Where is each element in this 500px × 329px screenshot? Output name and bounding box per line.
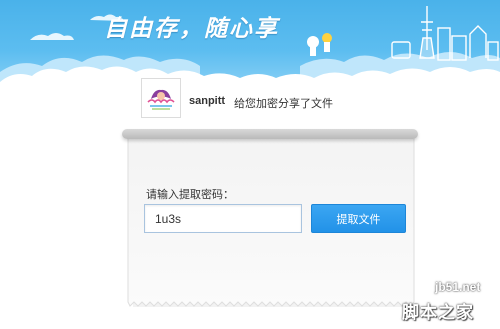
password-input[interactable]: [144, 204, 302, 233]
extract-file-button[interactable]: 提取文件: [311, 204, 406, 233]
watermark-site-name: 脚本之家: [402, 303, 474, 323]
password-label: 请输入提取密码：: [146, 188, 234, 201]
watermark-url: jb51.net: [435, 280, 481, 294]
paper-roller: [122, 129, 418, 139]
paper-card: [127, 133, 415, 307]
